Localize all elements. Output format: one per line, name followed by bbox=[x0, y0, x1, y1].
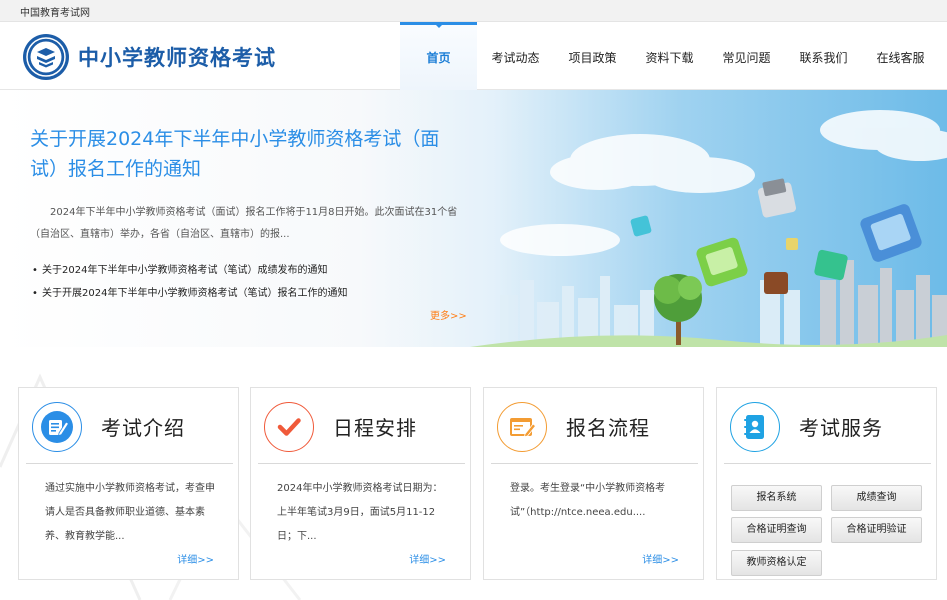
nav-online-service[interactable]: 在线客服 bbox=[862, 22, 939, 90]
hero-banner: 关于开展2024年下半年中小学教师资格考试（面试）报名工作的通知 2024年下半… bbox=[0, 90, 947, 347]
banner-headline[interactable]: 关于开展2024年下半年中小学教师资格考试（面试）报名工作的通知 bbox=[30, 124, 460, 184]
banner-summary: 2024年下半年中小学教师资格考试（面试）报名工作将于11月8日开始。此次面试在… bbox=[30, 207, 458, 240]
site-header: 中小学教师资格考试 首页 考试动态 项目政策 资料下载 常见问题 联系我们 在线… bbox=[0, 22, 947, 90]
icon-badge bbox=[730, 402, 780, 452]
browser-edit-icon bbox=[510, 418, 537, 438]
card-title[interactable]: 日程安排 bbox=[333, 412, 417, 441]
detail-link[interactable]: 详细>> bbox=[642, 551, 679, 566]
icon-badge bbox=[264, 402, 314, 452]
card-registration-process: 报名流程 登录。考生登录“中小学教师资格考试”（http://ntce.neea… bbox=[483, 387, 704, 580]
detail-link[interactable]: 详细>> bbox=[177, 551, 214, 566]
card-schedule: 日程安排 2024年中小学教师资格考试日期为：上半年笔试3月9日，面试5月11-… bbox=[250, 387, 471, 580]
registration-system-button[interactable]: 报名系统 bbox=[731, 485, 822, 511]
top-strip: 中国教育考试网 bbox=[0, 0, 947, 22]
icon-badge bbox=[497, 402, 547, 452]
certificate-query-button[interactable]: 合格证明查询 bbox=[731, 517, 822, 543]
detail-link[interactable]: 详细>> bbox=[409, 551, 446, 566]
card-divider bbox=[724, 463, 931, 464]
score-query-button[interactable]: 成绩查询 bbox=[831, 485, 922, 511]
nav-exam-news[interactable]: 考试动态 bbox=[477, 22, 554, 90]
card-exam-services: 考试服务 报名系统 成绩查询 合格证明查询 合格证明验证 教师资格认定 bbox=[716, 387, 937, 580]
pencil-note-icon bbox=[41, 411, 73, 443]
card-title[interactable]: 报名流程 bbox=[566, 412, 650, 441]
checkmark-icon bbox=[273, 411, 305, 443]
banner-link-list: 关于2024年下半年中小学教师资格考试（笔试）成绩发布的通知 关于开展2024年… bbox=[32, 259, 462, 305]
card-exam-intro: 考试介绍 通过实施中小学教师资格考试，考查申请人是否具备教师职业道德、基本素养、… bbox=[18, 387, 239, 580]
nav-faq[interactable]: 常见问题 bbox=[708, 22, 785, 90]
card-title[interactable]: 考试服务 bbox=[799, 412, 883, 441]
card-description: 2024年中小学教师资格考试日期为：上半年笔试3月9日，面试5月11-12日；下… bbox=[277, 483, 443, 542]
card-description: 通过实施中小学教师资格考试，考查申请人是否具备教师职业道德、基本素养、教育教学能… bbox=[45, 483, 215, 542]
site-network-link[interactable]: 中国教育考试网 bbox=[20, 4, 90, 19]
card-divider bbox=[491, 463, 698, 464]
logo-emblem-icon[interactable] bbox=[22, 33, 70, 81]
more-link[interactable]: 更多>> bbox=[430, 307, 467, 322]
icon-badge bbox=[32, 402, 82, 452]
card-description: 登录。考生登录“中小学教师资格考试”（http://ntce.neea.edu.… bbox=[510, 483, 666, 518]
contacts-book-icon bbox=[744, 415, 764, 439]
card-title[interactable]: 考试介绍 bbox=[101, 412, 185, 441]
card-divider bbox=[258, 463, 465, 464]
nav-downloads[interactable]: 资料下载 bbox=[631, 22, 708, 90]
nav-policy[interactable]: 项目政策 bbox=[554, 22, 631, 90]
banner-link[interactable]: 关于开展2024年下半年中小学教师资格考试（笔试）报名工作的通知 bbox=[32, 282, 462, 305]
teacher-qualification-button[interactable]: 教师资格认定 bbox=[731, 550, 822, 576]
banner-link[interactable]: 关于2024年下半年中小学教师资格考试（笔试）成绩发布的通知 bbox=[32, 259, 462, 282]
card-divider bbox=[26, 463, 233, 464]
certificate-verify-button[interactable]: 合格证明验证 bbox=[831, 517, 922, 543]
site-title[interactable]: 中小学教师资格考试 bbox=[78, 42, 276, 72]
main-nav: 首页 考试动态 项目政策 资料下载 常见问题 联系我们 在线客服 bbox=[400, 22, 939, 90]
nav-home[interactable]: 首页 bbox=[400, 22, 477, 90]
nav-contact[interactable]: 联系我们 bbox=[785, 22, 862, 90]
